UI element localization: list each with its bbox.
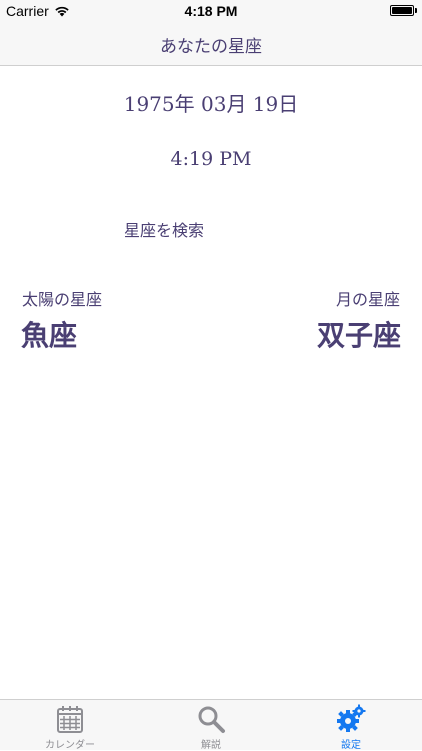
moon-sign-value: 双子座 <box>316 319 401 352</box>
tab-guide-label: 解説 <box>201 740 221 751</box>
magnifier-icon <box>198 706 225 733</box>
gear-icon <box>337 704 366 732</box>
calendar-icon <box>57 706 83 733</box>
tab-calendar[interactable]: カレンダー <box>0 700 140 751</box>
navigation-bar: あなたの星座 <box>0 22 422 66</box>
tab-guide[interactable]: 解説 <box>141 700 281 751</box>
status-bar: Carrier 4:18 PM <box>0 0 422 22</box>
birth-date-display[interactable]: 1975年 03月 19日 <box>0 88 422 117</box>
sun-sign-label: 太陽の星座 <box>22 290 103 309</box>
page-title: あなたの星座 <box>160 37 262 57</box>
moon-sign-label: 月の星座 <box>335 290 400 309</box>
tab-calendar-label: カレンダー <box>45 740 95 751</box>
battery-tip <box>415 8 417 13</box>
tab-settings[interactable]: 設定 <box>281 700 421 751</box>
battery-level <box>392 7 412 14</box>
tab-settings-label: 設定 <box>341 740 361 751</box>
search-sign-button[interactable]: 星座を検索 <box>104 216 224 242</box>
tab-bar: カレンダー 解説 設定 <box>0 699 422 751</box>
battery-icon <box>390 5 414 16</box>
birth-time-display[interactable]: 4:19 PM <box>0 148 422 170</box>
sun-sign-value: 魚座 <box>21 319 78 352</box>
status-time: 4:18 PM <box>184 3 238 19</box>
